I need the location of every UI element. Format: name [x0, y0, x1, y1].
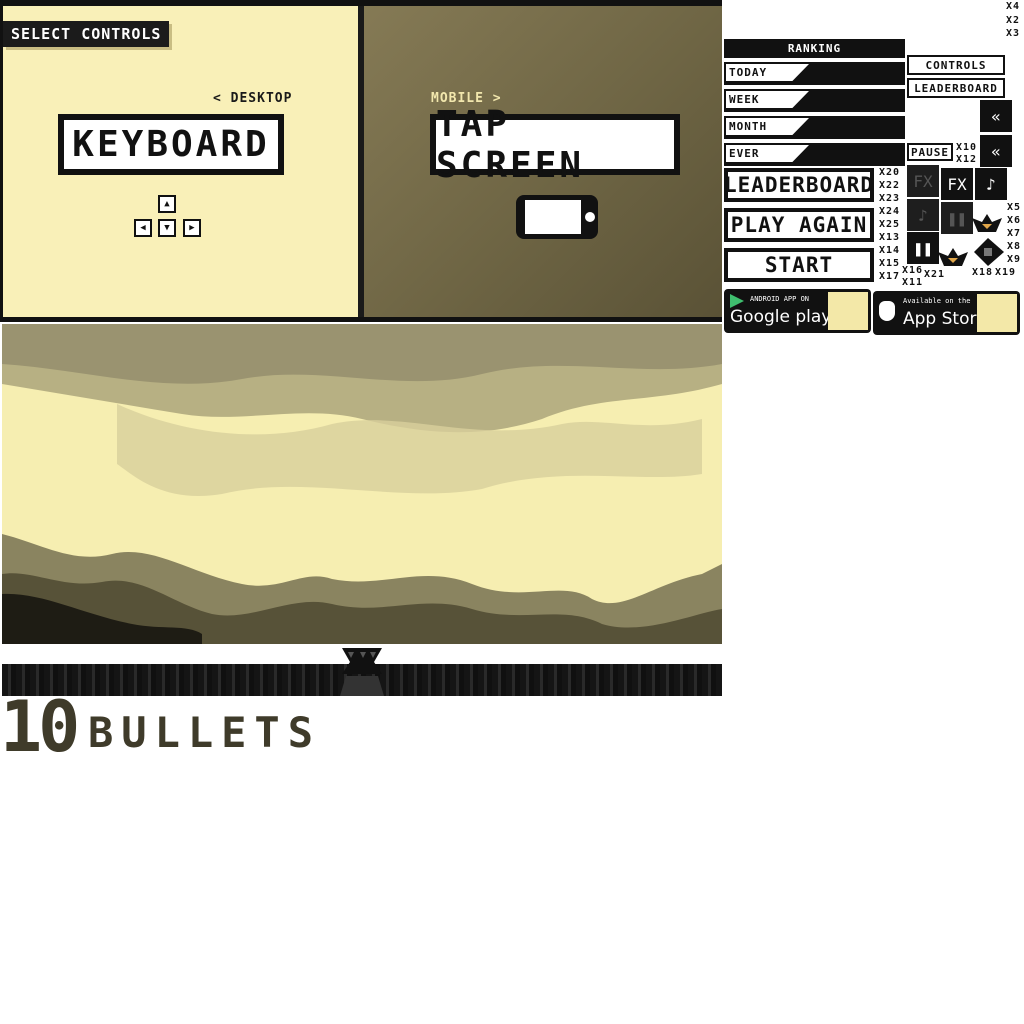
- back-dim-icon[interactable]: «: [980, 100, 1012, 132]
- arrow-down-key-icon: ▼: [158, 219, 176, 237]
- ranking-tab-label: EVER: [726, 145, 809, 162]
- leaderboard-button[interactable]: LEADERBOARD: [724, 168, 874, 202]
- start-button[interactable]: START: [724, 248, 874, 282]
- google-play-big-text: Google play: [730, 307, 832, 327]
- ranking-tab-today[interactable]: TODAY: [724, 62, 905, 85]
- ranking-tab-label: MONTH: [726, 118, 809, 135]
- multiplier-label: X5: [1007, 202, 1022, 213]
- music-off-icon[interactable]: ♪: [907, 199, 939, 231]
- multiplier-label: X21: [924, 269, 946, 280]
- logo-word: BULLETS: [88, 708, 322, 757]
- multiplier-label: X3: [1006, 28, 1021, 39]
- multiplier-label: X20: [879, 167, 901, 178]
- pause-button-label: PAUSE: [909, 145, 951, 159]
- google-play-small-text: ANDROID APP ON: [750, 295, 810, 303]
- ranking-header: RANKING: [724, 39, 905, 58]
- app-thumbnail-icon: [977, 294, 1017, 332]
- arrow-up-key-icon: ▲: [158, 195, 176, 213]
- multiplier-label: X12: [956, 154, 978, 165]
- turret-sprite-icon: [340, 646, 384, 696]
- music-on-icon[interactable]: ♪: [975, 168, 1007, 200]
- pause-dim-icon[interactable]: ❚❚: [941, 202, 973, 234]
- ranking-tab-label: TODAY: [726, 64, 809, 81]
- multiplier-label: X14: [879, 245, 901, 256]
- app-store-badge[interactable]: Available on the App Store: [873, 291, 1020, 335]
- multiplier-label: X8: [1007, 241, 1022, 252]
- phone-screen-icon: [525, 200, 581, 234]
- logo-number: 10: [0, 686, 80, 768]
- start-button-label: START: [726, 250, 872, 280]
- play-again-button[interactable]: PLAY AGAIN: [724, 208, 874, 242]
- arrow-left-key-icon: ◀: [134, 219, 152, 237]
- ranking-tab-label: WEEK: [726, 91, 809, 108]
- app-store-small-text: Available on the: [903, 297, 971, 305]
- keyboard-button[interactable]: KEYBOARD: [58, 114, 284, 175]
- play-again-button-label: PLAY AGAIN: [726, 210, 872, 240]
- multiplier-label: X13: [879, 232, 901, 243]
- multiplier-label: X17: [879, 271, 901, 282]
- ranking-tab-month[interactable]: MONTH: [724, 116, 905, 139]
- arrow-right-key-icon: ▶: [183, 219, 201, 237]
- multiplier-label: X24: [879, 206, 901, 217]
- multiplier-label: X22: [879, 180, 901, 191]
- multiplier-label: X9: [1007, 254, 1022, 265]
- multiplier-label: X15: [879, 258, 901, 269]
- app-thumbnail-icon: [828, 292, 868, 330]
- desktop-link[interactable]: < DESKTOP: [213, 91, 292, 107]
- leaderboard-small-button-label: LEADERBOARD: [909, 80, 1003, 96]
- multiplier-label: X11: [902, 277, 924, 288]
- enemy-bat-icon: [972, 212, 1002, 234]
- multiplier-label: X25: [879, 219, 901, 230]
- select-controls-title: SELECT CONTROLS: [3, 21, 170, 47]
- phone-home-button-icon: [585, 212, 595, 222]
- enemy-bat-icon: [938, 246, 968, 268]
- multiplier-label: X7: [1007, 228, 1022, 239]
- tap-screen-button-label: TAP SCREEN: [433, 104, 677, 186]
- pause-icon[interactable]: ❚❚: [907, 232, 939, 264]
- controls-button[interactable]: CONTROLS: [907, 55, 1005, 75]
- multiplier-label: X10: [956, 142, 978, 153]
- multiplier-label: X6: [1007, 215, 1022, 226]
- ranking-tab-ever[interactable]: EVER: [724, 143, 905, 166]
- google-play-badge[interactable]: ANDROID APP ON Google play: [724, 289, 871, 333]
- multiplier-label: X2: [1006, 15, 1021, 26]
- controls-button-label: CONTROLS: [909, 57, 1003, 73]
- fx-off-icon[interactable]: FX: [907, 165, 939, 197]
- leaderboard-small-button[interactable]: LEADERBOARD: [907, 78, 1005, 98]
- tap-screen-button[interactable]: TAP SCREEN: [430, 104, 680, 186]
- apple-icon: [879, 301, 895, 321]
- scenery-art: [2, 324, 722, 644]
- keyboard-button-label: KEYBOARD: [61, 117, 281, 172]
- ranking-tab-week[interactable]: WEEK: [724, 89, 905, 112]
- pane-divider: [358, 6, 364, 317]
- multiplier-label: X4: [1006, 1, 1021, 12]
- multiplier-label: X16: [902, 265, 924, 276]
- google-play-icon: [730, 294, 744, 308]
- multiplier-label: X18: [972, 267, 994, 278]
- leaderboard-button-label: LEADERBOARD: [724, 170, 873, 200]
- fx-on-icon[interactable]: FX: [941, 168, 973, 200]
- back-icon[interactable]: «: [980, 135, 1012, 167]
- pause-button[interactable]: PAUSE: [907, 143, 953, 161]
- background-scenery: [2, 324, 722, 644]
- multiplier-label: X23: [879, 193, 901, 204]
- multiplier-label: X19: [995, 267, 1017, 278]
- enemy-ship-icon: [974, 238, 1004, 266]
- app-store-big-text: App Store: [903, 309, 987, 329]
